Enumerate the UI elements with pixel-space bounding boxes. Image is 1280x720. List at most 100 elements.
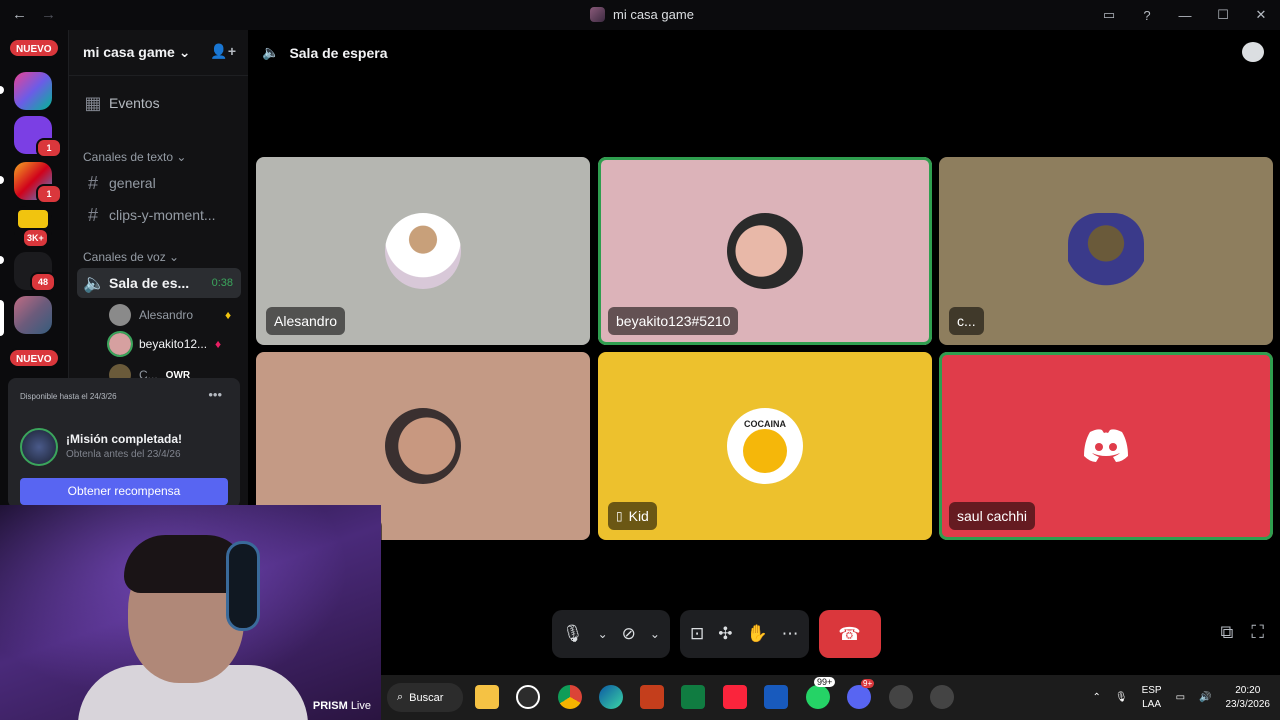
chatgpt-icon[interactable] — [516, 685, 540, 709]
invite-icon[interactable]: 👤+ — [210, 43, 236, 60]
word-icon[interactable] — [764, 685, 788, 709]
taskbar-search[interactable]: ⌕ Buscar — [387, 683, 463, 712]
stage-header: 🔈 Sala de espera — [262, 44, 388, 61]
headphones-icon — [226, 541, 260, 631]
camera-off-icon[interactable]: ⊘ — [622, 624, 636, 644]
minimize-button[interactable]: — — [1166, 8, 1204, 23]
channel-label: clips-y-moment... — [109, 207, 216, 223]
nav-buttons: ← → — [12, 6, 56, 23]
voice-user-name: beyakito12... — [139, 337, 208, 351]
avatar: COCAINA — [727, 408, 803, 484]
new-badge[interactable]: NUEVO — [8, 348, 60, 368]
text-category[interactable]: Canales de texto ⌄ — [83, 150, 186, 164]
prism-brand: PRISM — [312, 700, 348, 712]
network-icon[interactable]: ▭ — [1176, 692, 1185, 703]
clock[interactable]: 20:20 23/3/2026 — [1226, 684, 1271, 712]
quest-availability: Disponible hasta el 24/3/26 — [20, 392, 117, 401]
speaker-icon: 🔈 — [83, 272, 106, 293]
back-arrow-icon[interactable]: ← — [12, 6, 27, 23]
mention-count: 48 — [30, 272, 56, 292]
nitro-icon: ♦ — [215, 337, 222, 351]
close-button[interactable]: ✕ — [1242, 7, 1280, 23]
channel-label: general — [109, 175, 156, 191]
microphone-icon[interactable]: 🎙 — [562, 624, 584, 644]
activities-icon[interactable]: ✣ — [718, 624, 732, 644]
new-badge[interactable]: NUEVO — [8, 38, 60, 58]
chevron-down-icon[interactable]: ⌄ — [650, 627, 660, 641]
volume-icon[interactable]: 🔊 — [1199, 692, 1211, 703]
voice-category[interactable]: Canales de voz ⌄ — [83, 250, 179, 264]
prism-watermark: PRISM Live — [313, 700, 371, 712]
edge-icon[interactable] — [599, 685, 623, 709]
chevron-up-icon[interactable]: ⌃ — [1092, 692, 1100, 703]
whatsapp-badge: 99+ — [814, 677, 836, 687]
channel-clips[interactable]: # clips-y-moment... — [77, 200, 241, 230]
participant-tile[interactable]: COCAINA ▯ Kid — [598, 352, 932, 540]
calendar-icon: ▦ — [84, 92, 102, 113]
voice-user[interactable]: beyakito12... ♦ — [107, 331, 222, 357]
discord-icon[interactable]: 9+ — [847, 679, 875, 709]
whatsapp-icon[interactable]: 99+ — [806, 677, 836, 709]
obs-icon[interactable] — [889, 685, 913, 709]
powerpoint-icon[interactable] — [640, 685, 664, 709]
participant-tile[interactable]: Alesandro — [256, 157, 590, 345]
participant-tile[interactable]: saul cachhi — [939, 352, 1273, 540]
server-icon-a[interactable] — [14, 72, 52, 110]
hash-icon: # — [87, 172, 98, 193]
settings-icon[interactable] — [930, 685, 954, 709]
avatar — [385, 408, 461, 484]
window-title-text: mi casa game — [613, 7, 694, 22]
quest-subtitle: Obtenla antes del 23/4/26 — [66, 449, 181, 460]
chevron-down-icon[interactable]: ⌄ — [598, 627, 608, 641]
unread-pill — [0, 256, 4, 264]
unread-pill — [0, 176, 4, 184]
voice-user-name: Alesandro — [139, 308, 194, 322]
chrome-icon[interactable] — [558, 685, 582, 709]
voice-user[interactable]: Alesandro ♦ — [109, 304, 231, 326]
avatar — [727, 213, 803, 289]
mention-count: 1 — [36, 184, 62, 204]
forward-arrow-icon[interactable]: → — [41, 6, 56, 23]
pop-out-icon[interactable]: ⧉ — [1221, 622, 1234, 643]
guild-header[interactable]: mi casa game ⌄ 👤+ — [69, 30, 248, 76]
participant-tile[interactable]: beyakito123#5210 — [598, 157, 932, 345]
fullscreen-icon[interactable]: ⛶ — [1251, 622, 1264, 643]
window-controls: ▭ ? — ☐ ✕ — [1090, 0, 1280, 30]
server-icon — [590, 7, 605, 22]
soundboard-icon[interactable]: ✋ — [746, 624, 767, 644]
av-controls: 🎙 ⌄ ⊘ ⌄ — [552, 610, 670, 658]
language-indicator[interactable]: ESP LAA — [1142, 684, 1162, 712]
guild-name: mi casa game ⌄ — [83, 44, 191, 60]
unread-pill — [0, 86, 4, 94]
hash-icon: # — [87, 204, 98, 225]
events-item[interactable]: ▦ Eventos — [77, 88, 241, 118]
participant-name: ▯ Kid — [608, 502, 657, 530]
disconnect-button[interactable]: ☎ — [818, 610, 881, 658]
window-title: mi casa game — [590, 7, 694, 22]
participant-name: saul cachhi — [949, 502, 1036, 530]
channel-general[interactable]: # general — [77, 168, 241, 198]
more-icon[interactable]: ⋯ — [782, 624, 799, 644]
server-icon-mi-casa-game[interactable] — [14, 296, 52, 334]
chat-bubble-icon[interactable] — [1242, 42, 1264, 62]
screen-share-icon[interactable]: ⊡ — [690, 624, 704, 644]
music-icon[interactable] — [723, 685, 747, 709]
more-options-icon[interactable]: ••• — [208, 387, 222, 402]
prism-suffix: Live — [350, 700, 371, 712]
claim-reward-button[interactable]: Obtener recompensa — [20, 478, 228, 505]
maximize-button[interactable]: ☐ — [1204, 7, 1242, 23]
discord-logo-icon — [1068, 408, 1144, 484]
voice-stage: 🔈 Sala de espera Alesandro beyakito123#5… — [248, 30, 1280, 675]
help-icon[interactable]: ? — [1128, 8, 1166, 23]
discord-badge: 9+ — [861, 679, 875, 688]
participant-tile[interactable]: c... — [939, 157, 1273, 345]
avatar — [109, 304, 131, 326]
voice-channel-sala[interactable]: 🔈 Sala de es... 0:38 — [77, 268, 241, 298]
inbox-icon[interactable]: ▭ — [1090, 7, 1128, 23]
excel-icon[interactable] — [681, 685, 705, 709]
participant-name: c... — [949, 307, 984, 335]
mention-count: 3K+ — [22, 228, 49, 248]
file-explorer-icon[interactable] — [475, 685, 499, 709]
microphone-icon[interactable]: 🎙 — [1115, 692, 1128, 703]
title-bar: ← → mi casa game ▭ ? — ☐ ✕ — [0, 0, 1280, 30]
